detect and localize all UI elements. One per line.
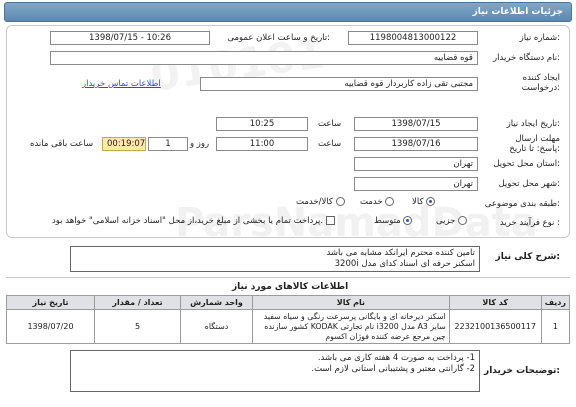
category-option-both[interactable]: کالا/خدمت xyxy=(296,197,345,207)
buyer-note-1: 1- پرداخت به صورت 4 هفته کاری می باشد. xyxy=(317,353,475,363)
need-number-field[interactable]: 1198004813000122 xyxy=(348,31,478,45)
city-label: شهر محل تحویل: xyxy=(498,179,560,189)
row-number: 1 xyxy=(540,309,571,344)
items-table: ردیف کد کالا نام کالا واحد شمارش تعداد /… xyxy=(6,295,571,344)
col-code: کد کالا xyxy=(448,295,542,310)
summary-textbox: تامین کننده محترم ایرانکد مشابه می باشد … xyxy=(70,246,480,272)
category-radio-service[interactable] xyxy=(385,197,395,206)
purchase-option-medium[interactable]: متوسط xyxy=(374,216,413,226)
page-title: جزئیات اطلاعات نیاز xyxy=(472,7,563,17)
deadline-time-label: ساعت xyxy=(318,139,342,149)
category-option-both-label: کالا/خدمت xyxy=(296,197,333,207)
remaining-time-label: ساعت باقی مانده xyxy=(30,139,94,149)
item-unit: دستگاه xyxy=(180,309,253,344)
buyer-org-field[interactable]: قوه قضاییه xyxy=(50,51,478,65)
deadline-time-field[interactable]: 11:00 xyxy=(216,137,308,151)
item-qty: 5 xyxy=(94,309,181,344)
category-option-service-label: خدمت xyxy=(360,197,383,207)
treasury-payment-note: پرداخت تمام یا بخشی از مبلغ خرید،از محل … xyxy=(52,216,324,226)
province-label: استان محل تحویل: xyxy=(493,159,560,169)
page-header: جزئیات اطلاعات نیاز xyxy=(4,2,572,22)
item-code: 2232100136500117 xyxy=(448,309,542,344)
items-section-title: اطلاعات کالاهای مورد نیاز xyxy=(232,282,349,292)
summary-line-1: تامین کننده محترم ایرانکد مشابه می باشد xyxy=(326,248,475,258)
item-name: اسکنر دیرخانه ای و بایگانی پرسرعت رنگی و… xyxy=(252,309,450,344)
summary-label: شرح کلی نیاز: xyxy=(495,252,560,262)
col-row: ردیف xyxy=(540,295,571,310)
category-option-goods[interactable]: کالا xyxy=(412,197,436,207)
summary-line-2: اسکنر حرفه ای اسناد کدای مدل 3200i xyxy=(334,259,475,269)
create-time-label: ساعت xyxy=(318,119,342,129)
need-number-label: شماره نیاز: xyxy=(519,33,560,43)
buyer-contact-link[interactable]: اطلاعات تماس خریدار xyxy=(82,79,161,89)
create-date-label: تاریخ ایجاد نیاز: xyxy=(506,119,560,129)
remaining-time-field: 00:19:07 xyxy=(102,137,146,151)
days-remaining-field: 1 xyxy=(148,137,188,151)
col-unit: واحد شمارش xyxy=(180,295,253,310)
buyer-note-2: 2- گارانتی معتبر و پشتیبانی استانی لازم … xyxy=(311,364,475,374)
deadline-label: مهلت ارسال پاسخ: تا تاریخ: xyxy=(509,134,560,154)
days-label: روز و xyxy=(190,139,210,149)
treasury-payment-option[interactable]: پرداخت تمام یا بخشی از مبلغ خرید،از محل … xyxy=(52,216,335,226)
col-qty: تعداد / مقدار xyxy=(94,295,181,310)
buyer-notes-textbox: 1- پرداخت به صورت 4 هفته کاری می باشد. 2… xyxy=(70,350,480,392)
city-field[interactable]: تهران xyxy=(354,177,478,191)
category-radio-goods[interactable] xyxy=(426,197,436,206)
category-option-service[interactable]: خدمت xyxy=(360,197,395,207)
category-option-goods-label: کالا xyxy=(412,197,424,207)
purchase-option-minor[interactable]: جزیی xyxy=(436,216,468,226)
create-date-field[interactable]: 1398/07/15 xyxy=(354,117,478,131)
purchase-radio-minor[interactable] xyxy=(458,216,468,225)
deadline-date-field[interactable]: 1398/07/16 xyxy=(354,137,478,151)
purchase-type-label: نوع فرآیند خرید : xyxy=(499,218,560,228)
items-table-header: ردیف کد کالا نام کالا واحد شمارش تعداد /… xyxy=(6,295,571,310)
category-label: طبقه بندی موضوعی: xyxy=(484,199,560,209)
announce-date-label: تاریخ و ساعت اعلان عمومی: xyxy=(227,33,330,43)
create-time-field[interactable]: 10:25 xyxy=(216,117,308,131)
item-date: 1398/07/20 xyxy=(6,309,95,344)
treasury-payment-checkbox[interactable] xyxy=(325,216,335,225)
col-date: تاریخ نیاز xyxy=(6,295,95,310)
category-radio-both[interactable] xyxy=(335,197,345,206)
province-field[interactable]: تهران xyxy=(354,157,478,171)
requester-label: ایجاد کننده درخواست: xyxy=(521,73,560,93)
buyer-notes-label: توضیحات خریدار: xyxy=(484,366,560,376)
purchase-option-minor-label: جزیی xyxy=(436,216,456,226)
buyer-org-label: نام دستگاه خریدار: xyxy=(493,53,560,63)
col-name: نام کالا xyxy=(252,295,450,310)
purchase-option-medium-label: متوسط xyxy=(374,216,401,226)
table-row[interactable]: 1 2232100136500117 اسکنر دیرخانه ای و با… xyxy=(6,309,571,344)
divider xyxy=(6,277,570,278)
announce-date-field[interactable]: 1398/07/15 - 10:26 xyxy=(50,31,210,45)
purchase-radio-medium[interactable] xyxy=(403,216,413,225)
requester-field[interactable]: مجتبی تقی زاده کاربردار قوه قضاییه xyxy=(200,77,478,91)
